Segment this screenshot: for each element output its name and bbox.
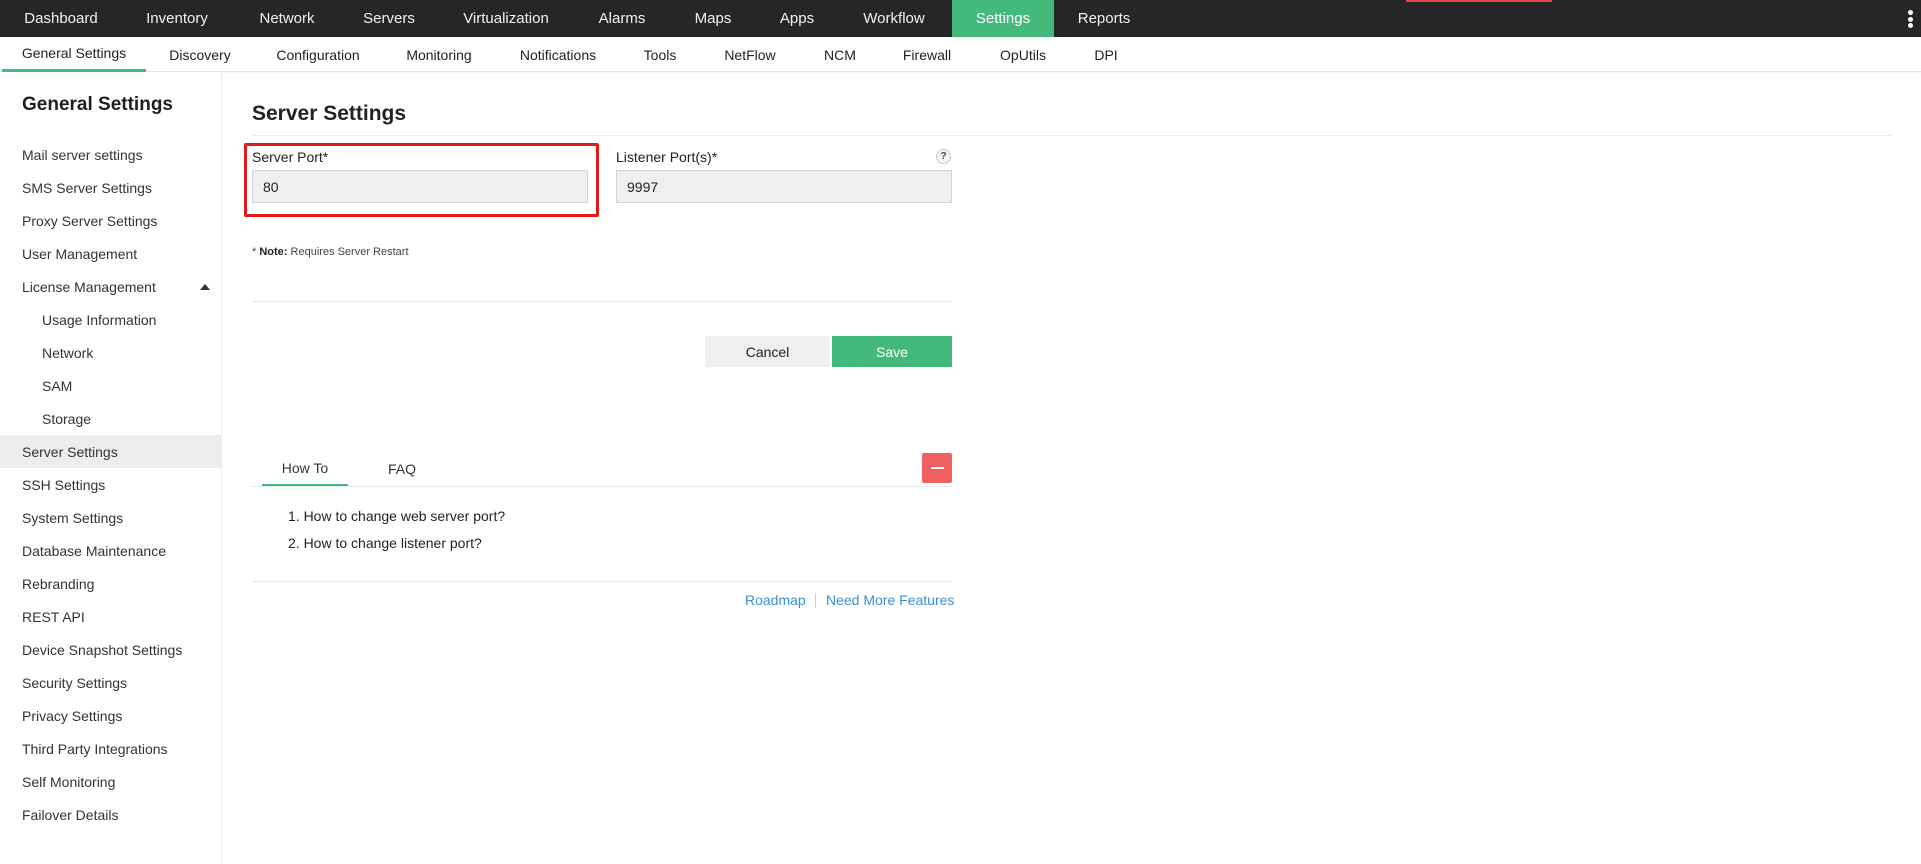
subnav-monitoring[interactable]: Monitoring: [398, 37, 480, 72]
sidebar-item-label: SMS Server Settings: [22, 179, 152, 196]
sidebar-item-label: License Management: [22, 278, 156, 295]
note-label: Note:: [259, 246, 288, 258]
sidebar-item-label: System Settings: [22, 509, 124, 526]
sidebar-item-usage-information[interactable]: Usage Information: [0, 303, 222, 336]
tab-faq[interactable]: FAQ: [364, 452, 440, 486]
sidebar-item-system-settings[interactable]: System Settings: [0, 501, 222, 534]
sidebar-item-label: Device Snapshot Settings: [22, 641, 183, 658]
divider: [252, 486, 952, 487]
howto-link-web-server-port[interactable]: 1. How to change web server port?: [288, 508, 505, 524]
sidebar-item-label: Database Maintenance: [22, 542, 166, 559]
top-nav: Dashboard Inventory Network Servers Virt…: [0, 0, 1921, 37]
sidebar-item-privacy-settings[interactable]: Privacy Settings: [0, 699, 222, 732]
restart-note: * Note: Requires Server Restart: [252, 246, 409, 258]
sidebar-item-database-maintenance[interactable]: Database Maintenance: [0, 534, 222, 567]
sidebar-item-security-settings[interactable]: Security Settings: [0, 666, 222, 699]
sidebar-item-failover-details[interactable]: Failover Details: [0, 798, 222, 831]
sidebar-item-device-snapshot[interactable]: Device Snapshot Settings: [0, 633, 222, 666]
page-title: Server Settings: [252, 102, 407, 125]
subnav-general-settings[interactable]: General Settings: [2, 37, 146, 72]
sidebar-item-label: Server Settings: [22, 443, 118, 460]
caret-up-icon[interactable]: [200, 283, 210, 290]
topnav-workflow[interactable]: Workflow: [836, 0, 952, 37]
sidebar-item-label: Storage: [42, 410, 92, 427]
sidebar: General Settings Mail server settings SM…: [0, 72, 222, 864]
sidebar-item-rebranding[interactable]: Rebranding: [0, 567, 222, 600]
listener-port-label: Listener Port(s)*: [616, 149, 718, 165]
sidebar-item-label: Proxy Server Settings: [22, 212, 158, 229]
sidebar-item-network[interactable]: Network: [0, 336, 222, 369]
note-star: *: [252, 246, 257, 258]
sidebar-item-mail-server[interactable]: Mail server settings: [0, 138, 222, 171]
collapse-icon[interactable]: [922, 453, 952, 483]
sidebar-item-label: Failover Details: [22, 806, 119, 823]
more-menu-icon[interactable]: [1907, 10, 1913, 28]
sidebar-item-rest-api[interactable]: REST API: [0, 600, 222, 633]
sidebar-item-label: Network: [42, 344, 94, 361]
sidebar-item-sms-server[interactable]: SMS Server Settings: [0, 171, 222, 204]
sidebar-item-user-management[interactable]: User Management: [0, 237, 222, 270]
subnav-discovery[interactable]: Discovery: [156, 37, 244, 72]
sidebar-title: General Settings: [22, 94, 173, 115]
sidebar-item-label: Self Monitoring: [22, 773, 116, 790]
sidebar-item-label: User Management: [22, 245, 138, 262]
sidebar-item-label: Usage Information: [42, 311, 157, 328]
sidebar-item-label: Rebranding: [22, 575, 95, 592]
topnav-reports[interactable]: Reports: [1054, 0, 1154, 37]
subnav-netflow[interactable]: NetFlow: [718, 37, 782, 72]
topnav-maps[interactable]: Maps: [668, 0, 758, 37]
roadmap-link[interactable]: Roadmap: [745, 592, 806, 608]
sidebar-item-license-management[interactable]: License Management: [0, 270, 222, 303]
subnav-configuration[interactable]: Configuration: [268, 37, 368, 72]
subnav-ncm[interactable]: NCM: [816, 37, 864, 72]
sidebar-item-server-settings[interactable]: Server Settings: [0, 435, 222, 468]
subnav-dpi[interactable]: DPI: [1088, 37, 1124, 72]
server-port-input[interactable]: 80: [252, 170, 588, 203]
sidebar-item-label: Security Settings: [22, 674, 128, 691]
sidebar-item-storage[interactable]: Storage: [0, 402, 222, 435]
need-more-features-link[interactable]: Need More Features: [826, 592, 954, 608]
tab-how-to[interactable]: How To: [262, 452, 348, 486]
cancel-button[interactable]: Cancel: [705, 336, 830, 367]
divider: [252, 135, 1892, 136]
sidebar-item-proxy-server[interactable]: Proxy Server Settings: [0, 204, 222, 237]
subnav-oputils[interactable]: OpUtils: [993, 37, 1053, 72]
sidebar-item-label: Privacy Settings: [22, 707, 123, 724]
sidebar-item-label: SSH Settings: [22, 476, 106, 493]
sub-nav: General Settings Discovery Configuration…: [0, 37, 1921, 72]
topnav-settings[interactable]: Settings: [952, 0, 1054, 37]
help-icon[interactable]: ?: [936, 149, 951, 164]
topnav-apps[interactable]: Apps: [758, 0, 836, 37]
sidebar-item-ssh-settings[interactable]: SSH Settings: [0, 468, 222, 501]
divider: [252, 301, 952, 302]
sidebar-item-third-party[interactable]: Third Party Integrations: [0, 732, 222, 765]
topnav-virtualization[interactable]: Virtualization: [436, 0, 576, 37]
subnav-firewall[interactable]: Firewall: [897, 37, 957, 72]
topnav-servers[interactable]: Servers: [342, 0, 436, 37]
subnav-notifications[interactable]: Notifications: [514, 37, 602, 72]
listener-port-input[interactable]: 9997: [616, 170, 952, 203]
sidebar-item-label: Third Party Integrations: [22, 740, 168, 757]
sidebar-item-label: REST API: [22, 608, 85, 625]
sidebar-item-sam[interactable]: SAM: [0, 369, 222, 402]
topnav-alarms[interactable]: Alarms: [576, 0, 668, 37]
topnav-dashboard[interactable]: Dashboard: [0, 0, 122, 37]
link-separator: [815, 593, 816, 608]
topnav-inventory[interactable]: Inventory: [122, 0, 232, 37]
howto-link-listener-port[interactable]: 2. How to change listener port?: [288, 535, 482, 551]
top-indicator: [1406, 0, 1552, 2]
sidebar-item-label: SAM: [42, 377, 73, 394]
divider: [252, 581, 952, 582]
sidebar-item-self-monitoring[interactable]: Self Monitoring: [0, 765, 222, 798]
server-port-label: Server Port*: [252, 149, 329, 165]
save-button[interactable]: Save: [832, 336, 952, 367]
note-text: Requires Server Restart: [290, 246, 409, 258]
subnav-tools[interactable]: Tools: [636, 37, 684, 72]
sidebar-item-label: Mail server settings: [22, 146, 143, 163]
topnav-network[interactable]: Network: [232, 0, 342, 37]
